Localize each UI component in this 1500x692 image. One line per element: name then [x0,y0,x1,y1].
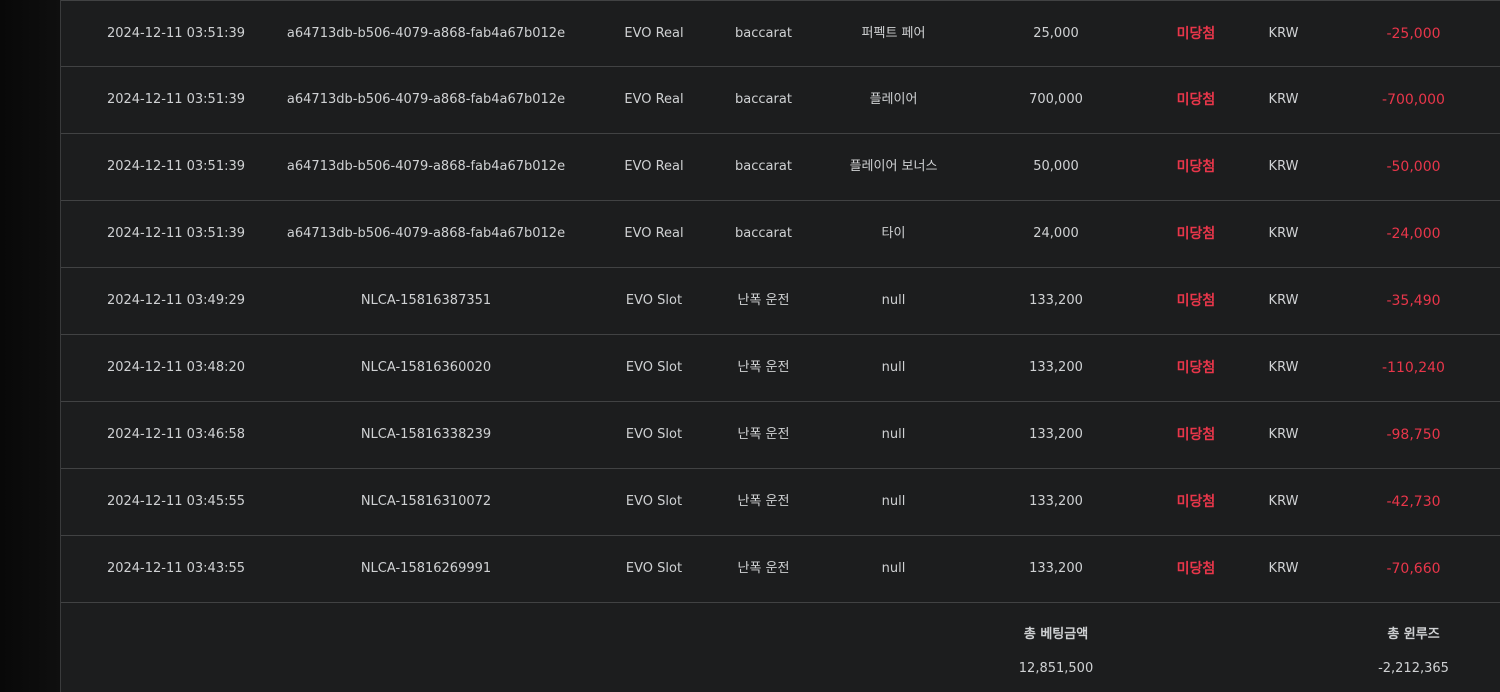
vendor-name: EVO Slot [625,561,683,576]
bet-type: null [881,360,906,375]
bet-time: 2024-12-11 03:51:39 [106,226,246,241]
round-id: a64713db-b506-4079-a868-fab4a67b012e [286,26,566,41]
win-loss-amount: -700,000 [1382,92,1445,108]
vendor-name: EVO Slot [625,293,683,308]
currency: KRW [1268,494,1299,509]
bet-history-table: 2024-12-11 03:51:39 a64713db-b506-4079-a8… [60,0,1500,692]
game-name: baccarat [735,159,792,174]
total-bet-label: 총 베팅금액 [1023,627,1089,642]
currency: KRW [1268,360,1299,375]
table-row: 2024-12-11 03:51:39 a64713db-b506-4079-a8… [61,67,1500,134]
bet-time: 2024-12-11 03:46:58 [106,427,246,442]
bet-time: 2024-12-11 03:43:55 [106,561,246,576]
bet-result: 미당첨 [1176,360,1216,376]
page: 2024-12-11 03:51:39 a64713db-b506-4079-a8… [0,0,1500,692]
total-bet-value: 12,851,500 [1018,661,1094,676]
bet-type: null [881,494,906,509]
bet-type: 플레이어 보너스 [849,159,938,174]
table-row: 2024-12-11 03:48:20 NLCA-15816360020 EVO S… [61,335,1500,402]
bet-time: 2024-12-11 03:48:20 [106,360,246,375]
bet-result: 미당첨 [1176,494,1216,510]
game-name: 난폭 운전 [737,561,790,576]
bet-result: 미당첨 [1176,159,1216,175]
currency: KRW [1268,561,1299,576]
table-row: 2024-12-11 03:43:55 NLCA-15816269991 EVO S… [61,536,1500,603]
bet-amount: 133,200 [1029,293,1083,308]
table-row: 2024-12-11 03:51:39 a64713db-b506-4079-a8… [61,134,1500,201]
bet-amount: 133,200 [1029,427,1083,442]
game-name: baccarat [735,26,792,41]
win-loss-amount: -70,660 [1386,561,1441,577]
bet-amount: 133,200 [1029,561,1083,576]
table-body: 2024-12-11 03:51:39 a64713db-b506-4079-a8… [61,0,1500,603]
currency: KRW [1268,226,1299,241]
table-summary: 총 베팅금액 12,851,500 총 윈루즈 -2,212,365 [61,603,1500,691]
bet-time: 2024-12-11 03:49:29 [106,293,246,308]
bet-result: 미당첨 [1176,561,1216,577]
round-id: NLCA-15816310072 [360,494,492,509]
bet-result: 미당첨 [1176,427,1216,443]
round-id: a64713db-b506-4079-a868-fab4a67b012e [286,159,566,174]
currency: KRW [1268,92,1299,107]
bet-type: 플레이어 [869,92,918,107]
round-id: NLCA-15816360020 [360,360,492,375]
bet-amount: 25,000 [1033,26,1079,41]
total-winloss-value: -2,212,365 [1378,661,1449,676]
vendor-name: EVO Real [624,226,684,241]
table-row: 2024-12-11 03:51:39 a64713db-b506-4079-a8… [61,201,1500,268]
bet-time: 2024-12-11 03:45:55 [106,494,246,509]
currency: KRW [1268,427,1299,442]
bet-result: 미당첨 [1176,92,1216,108]
win-loss-amount: -110,240 [1382,360,1445,376]
currency: KRW [1268,293,1299,308]
win-loss-amount: -35,490 [1386,293,1441,309]
game-name: baccarat [735,226,792,241]
round-id: NLCA-15816338239 [360,427,492,442]
round-id: a64713db-b506-4079-a868-fab4a67b012e [286,92,566,107]
bet-result: 미당첨 [1176,293,1216,309]
round-id: NLCA-15816387351 [360,293,492,308]
bet-type: null [881,427,906,442]
bet-time: 2024-12-11 03:51:39 [106,159,246,174]
bet-amount: 700,000 [1029,92,1083,107]
bet-result: 미당첨 [1176,26,1216,42]
currency: KRW [1268,159,1299,174]
game-name: 난폭 운전 [737,494,790,509]
currency: KRW [1268,26,1299,41]
round-id: NLCA-15816269991 [360,561,492,576]
bet-time: 2024-12-11 03:51:39 [106,92,246,107]
win-loss-amount: -42,730 [1386,494,1441,510]
vendor-name: EVO Slot [625,494,683,509]
bet-type: 퍼펙트 페어 [861,26,926,41]
vendor-name: EVO Slot [625,360,683,375]
bet-type: null [881,293,906,308]
game-name: 난폭 운전 [737,293,790,308]
total-winloss-label: 총 윈루즈 [1387,627,1440,642]
bet-type: 타이 [881,226,906,241]
win-loss-amount: -98,750 [1386,427,1441,443]
bet-amount: 24,000 [1033,226,1079,241]
table-row: 2024-12-11 03:51:39 a64713db-b506-4079-a8… [61,0,1500,67]
bet-time: 2024-12-11 03:51:39 [106,26,246,41]
bet-amount: 133,200 [1029,360,1083,375]
bet-amount: 50,000 [1033,159,1079,174]
game-name: baccarat [735,92,792,107]
win-loss-amount: -50,000 [1386,159,1441,175]
table-row: 2024-12-11 03:45:55 NLCA-15816310072 EVO S… [61,469,1500,536]
table-row: 2024-12-11 03:49:29 NLCA-15816387351 EVO S… [61,268,1500,335]
vendor-name: EVO Slot [625,427,683,442]
round-id: a64713db-b506-4079-a868-fab4a67b012e [286,226,566,241]
table-row: 2024-12-11 03:46:58 NLCA-15816338239 EVO S… [61,402,1500,469]
bet-amount: 133,200 [1029,494,1083,509]
bet-result: 미당첨 [1176,226,1216,242]
left-side-panel [0,0,60,692]
win-loss-amount: -24,000 [1386,226,1441,242]
game-name: 난폭 운전 [737,427,790,442]
win-loss-amount: -25,000 [1386,26,1441,42]
vendor-name: EVO Real [624,92,684,107]
game-name: 난폭 운전 [737,360,790,375]
vendor-name: EVO Real [624,26,684,41]
vendor-name: EVO Real [624,159,684,174]
bet-type: null [881,561,906,576]
